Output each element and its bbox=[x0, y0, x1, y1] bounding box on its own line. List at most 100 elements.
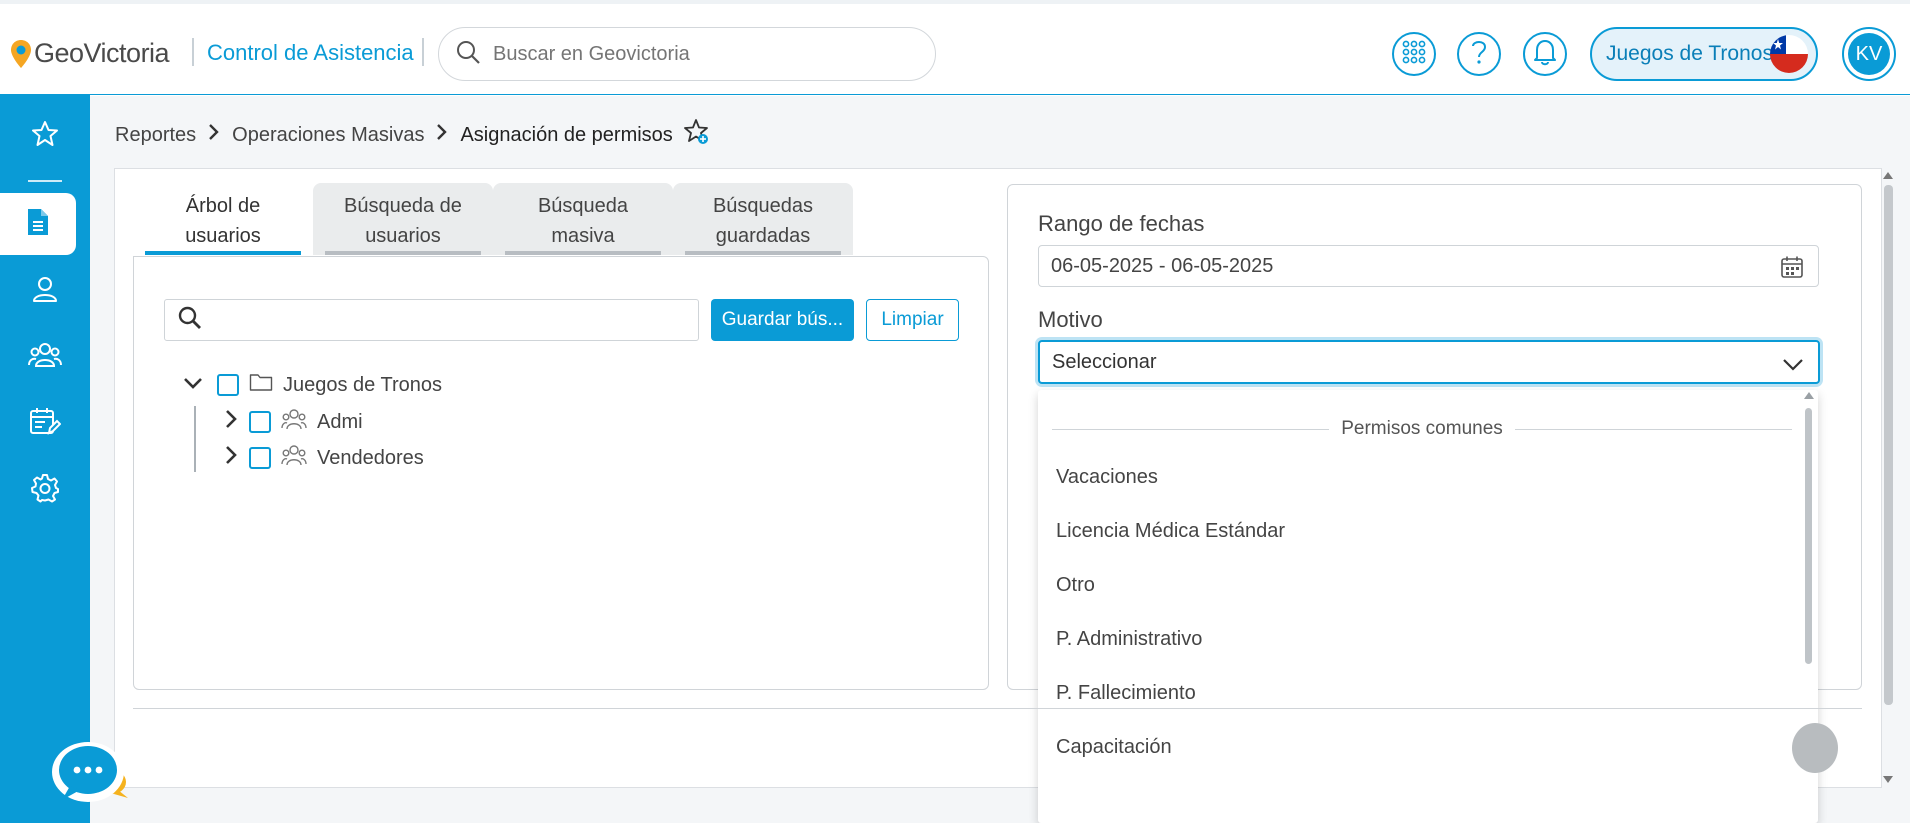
tree-checkbox[interactable] bbox=[249, 411, 271, 433]
tree-node-vendedores[interactable]: Vendedores bbox=[225, 444, 424, 472]
divider bbox=[133, 708, 1862, 709]
location-pin-icon bbox=[10, 39, 32, 69]
dropdown-option[interactable]: Vacaciones bbox=[1056, 466, 1158, 489]
sidebar bbox=[0, 95, 90, 823]
tab-indicator bbox=[145, 251, 301, 255]
dropdown-option[interactable]: Otro bbox=[1056, 574, 1095, 597]
page-scroll-down-arrow[interactable] bbox=[1883, 776, 1893, 783]
sidebar-item-favorites[interactable] bbox=[0, 105, 90, 167]
chevron-down-icon bbox=[1782, 355, 1804, 378]
company-selector[interactable]: Juegos de Tronos bbox=[1590, 27, 1818, 81]
avatar-initials: KV bbox=[1848, 33, 1890, 75]
logo-text: GeoVictoria bbox=[34, 38, 170, 68]
tree-search-input[interactable] bbox=[211, 309, 681, 331]
dropdown-option[interactable]: Capacitación bbox=[1056, 736, 1172, 759]
help-button[interactable] bbox=[1457, 32, 1501, 76]
document-icon bbox=[26, 207, 50, 242]
star-icon bbox=[30, 119, 60, 154]
notifications-button[interactable] bbox=[1523, 32, 1567, 76]
tab-label: Búsquedas bbox=[712, 195, 814, 217]
page-scroll-up-arrow[interactable] bbox=[1883, 172, 1893, 179]
apps-grid-icon bbox=[1401, 39, 1427, 70]
favorite-add-icon[interactable] bbox=[683, 118, 711, 152]
tab-label: masiva bbox=[551, 225, 615, 247]
chevron-right-icon bbox=[436, 123, 448, 147]
avatar[interactable]: KV bbox=[1842, 27, 1896, 81]
tab-mass-search[interactable]: Búsqueda masiva bbox=[493, 183, 673, 255]
dropdown-group-label: Permisos comunes bbox=[1341, 418, 1503, 439]
clear-button[interactable]: Limpiar bbox=[866, 299, 959, 341]
group-icon bbox=[281, 408, 307, 436]
help-icon bbox=[1469, 38, 1489, 71]
date-range-value: 06-05-2025 - 06-05-2025 bbox=[1051, 254, 1274, 277]
dropdown-scrollbar[interactable] bbox=[1805, 408, 1812, 664]
chat-bubble-icon bbox=[46, 742, 130, 810]
tab-saved-searches[interactable]: Búsquedas guardadas bbox=[673, 183, 853, 255]
tree-checkbox[interactable] bbox=[217, 374, 239, 396]
chevron-right-icon bbox=[208, 123, 220, 147]
chevron-right-icon[interactable] bbox=[225, 409, 237, 435]
product-name[interactable]: Control de Asistencia bbox=[207, 40, 414, 66]
chile-flag-icon bbox=[1770, 35, 1808, 73]
breadcrumb-item-reportes[interactable]: Reportes bbox=[115, 124, 196, 147]
tree-search[interactable] bbox=[164, 299, 699, 341]
tree-node-label: Admi bbox=[317, 410, 363, 433]
sidebar-divider bbox=[28, 180, 62, 182]
top-bar: GeoVictoria Control de Asistencia Juegos… bbox=[0, 0, 1910, 95]
sidebar-item-reports[interactable] bbox=[0, 193, 76, 255]
breadcrumb-item-operaciones[interactable]: Operaciones Masivas bbox=[232, 124, 424, 147]
divider bbox=[1514, 428, 1792, 430]
save-search-button[interactable]: Guardar bús... bbox=[711, 299, 854, 341]
tree-connector bbox=[194, 406, 196, 472]
dropdown-option[interactable]: Licencia Médica Estándar bbox=[1056, 520, 1285, 543]
global-search[interactable] bbox=[438, 27, 936, 81]
user-icon bbox=[30, 274, 60, 309]
motivo-selected-value: Seleccionar bbox=[1052, 350, 1157, 373]
chevron-down-icon[interactable] bbox=[183, 374, 203, 397]
sidebar-item-settings[interactable] bbox=[0, 459, 90, 521]
action-button[interactable] bbox=[1792, 723, 1838, 773]
motivo-label: Motivo bbox=[1038, 307, 1103, 332]
date-range-label: Rango de fechas bbox=[1038, 211, 1205, 236]
dropdown-scroll-up-arrow[interactable] bbox=[1804, 392, 1814, 399]
tab-label: guardadas bbox=[715, 225, 811, 247]
search-icon bbox=[177, 305, 203, 336]
chevron-right-icon[interactable] bbox=[225, 445, 237, 471]
dropdown-option[interactable]: P. Administrativo bbox=[1056, 628, 1202, 651]
tab-label: usuarios bbox=[365, 225, 441, 247]
bell-icon bbox=[1532, 38, 1558, 71]
page-scrollbar[interactable] bbox=[1884, 185, 1893, 705]
chat-widget-button[interactable] bbox=[46, 740, 130, 806]
tree-node-root[interactable]: Juegos de Tronos bbox=[183, 372, 442, 398]
divider bbox=[192, 38, 194, 66]
calendar-icon[interactable] bbox=[1780, 255, 1804, 285]
apps-button[interactable] bbox=[1392, 32, 1436, 76]
sidebar-item-calendar-edit[interactable] bbox=[0, 393, 90, 455]
tab-label: Búsqueda de bbox=[344, 195, 462, 217]
breadcrumb: Reportes Operaciones Masivas Asignación … bbox=[115, 118, 711, 152]
tab-label: Búsqueda bbox=[537, 195, 629, 217]
tree-checkbox[interactable] bbox=[249, 447, 271, 469]
global-search-input[interactable] bbox=[493, 42, 913, 66]
calendar-edit-icon bbox=[29, 407, 62, 442]
company-name: Juegos de Tronos bbox=[1606, 42, 1773, 65]
folder-icon bbox=[249, 372, 273, 398]
search-icon bbox=[455, 39, 481, 70]
dropdown-option[interactable]: P. Fallecimiento bbox=[1056, 682, 1196, 705]
group-icon bbox=[281, 444, 307, 472]
sidebar-item-groups[interactable] bbox=[0, 326, 90, 388]
tab-label: usuarios bbox=[185, 225, 261, 247]
tree-node-admi[interactable]: Admi bbox=[225, 408, 363, 436]
tree-node-label: Vendedores bbox=[317, 446, 424, 469]
users-icon bbox=[28, 340, 62, 375]
tab-user-search[interactable]: Búsqueda de usuarios bbox=[313, 183, 493, 255]
tab-user-tree[interactable]: Árbol de usuarios bbox=[133, 183, 313, 255]
date-range-input[interactable]: 06-05-2025 - 06-05-2025 bbox=[1038, 245, 1819, 287]
tab-indicator bbox=[505, 251, 661, 255]
sidebar-item-user[interactable] bbox=[0, 260, 90, 322]
geovictoria-logo[interactable]: GeoVictoria bbox=[10, 38, 170, 69]
motivo-select[interactable]: Seleccionar bbox=[1038, 340, 1820, 384]
tab-indicator bbox=[685, 251, 841, 255]
tab-label: Árbol de bbox=[185, 195, 261, 217]
divider bbox=[422, 38, 424, 66]
